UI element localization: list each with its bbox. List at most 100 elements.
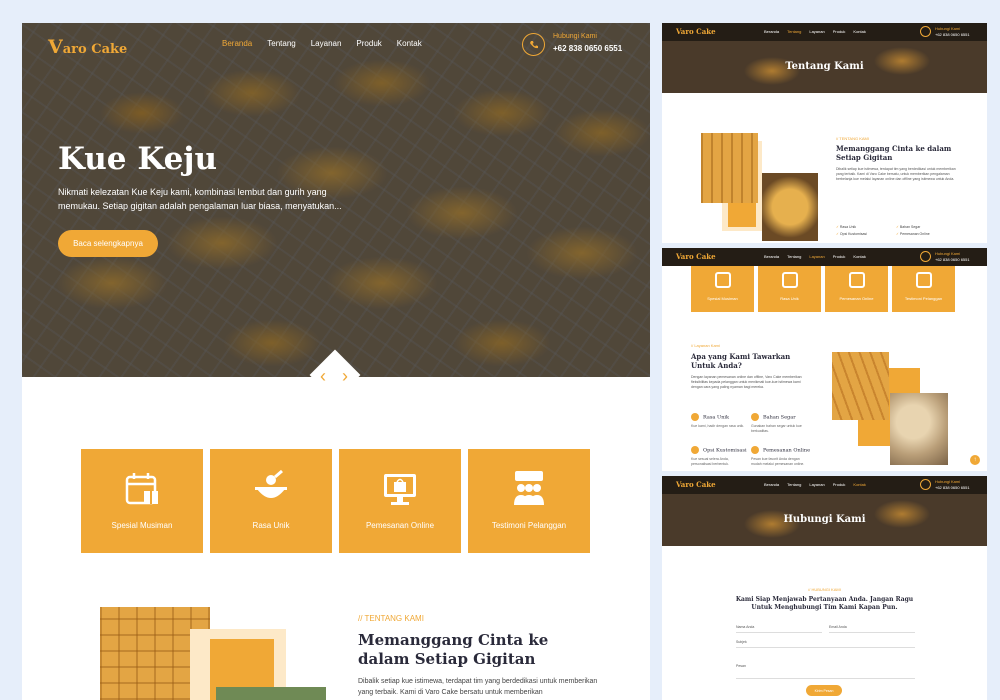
phone-icon	[920, 479, 931, 490]
logo[interactable]: Varo Cake	[48, 36, 127, 58]
feature-card-pemesanan-online[interactable]: Pemesanan Online	[339, 449, 461, 553]
check-item: Rasa Unik	[836, 225, 896, 229]
section-text: Dibalik setiap kue istimewa, terdapat ti…	[836, 167, 956, 181]
message-field-label: Pesan	[736, 664, 746, 668]
phone-label: Hubungi Kami	[935, 479, 961, 484]
about-title: Memanggang Cinta ke dalam Setiap Gigitan	[358, 631, 549, 668]
nav-item-kontak: Kontak	[853, 29, 866, 34]
nav-item-kontak: Kontak	[853, 254, 866, 259]
service-item-desc: Kue kami, hadir dengan rasa unik.	[691, 424, 745, 428]
service-card: Spesial Musiman	[691, 266, 754, 312]
hero-title: Kue Keju	[58, 141, 218, 177]
phone-icon[interactable]	[522, 33, 545, 56]
feature-label: Spesial Musiman	[111, 521, 173, 530]
message-field[interactable]	[736, 678, 915, 679]
calendar-gift-icon	[714, 272, 731, 288]
phone-number: +62 838 0650 6551	[935, 257, 970, 262]
phone-icon	[920, 251, 931, 262]
preview-about-page[interactable]: Varo Cake Beranda Tentang Layanan Produk…	[662, 23, 987, 243]
phone-number: +62 838 0650 6551	[935, 485, 970, 490]
nav-item-produk: Produk	[832, 254, 846, 259]
mixing-bowl-icon	[781, 272, 798, 288]
section-tag: // HUBUNGI KAMI	[808, 587, 841, 592]
name-field[interactable]	[736, 632, 822, 633]
service-item-title: Bahan Segar	[751, 413, 796, 421]
chevron-right-icon[interactable]: ›	[342, 367, 348, 385]
page-banner: Hubungi Kami	[662, 494, 987, 546]
section-title: Kami Siap Menjawab Pertanyaan Anda. Jang…	[735, 596, 914, 611]
feature-label: Testimoni Pelanggan	[491, 521, 567, 530]
service-item-desc: Kue sesuai selera Anda, personalisasi be…	[691, 457, 729, 466]
calendar-gift-icon	[125, 473, 158, 505]
check-item: Opsi Kustomisasi	[836, 232, 896, 236]
nav-links: Beranda Tentang Layanan Produk Kontak	[764, 29, 866, 34]
about-image-cakes	[701, 133, 758, 203]
nav-links: Beranda Tentang Layanan Produk Kontak	[222, 39, 422, 48]
send-message-button[interactable]: Kirim Pesan	[806, 685, 842, 696]
nav-item-layanan: Layanan	[809, 29, 825, 34]
service-item-title: Opsi Kustomisasi	[691, 446, 747, 454]
feature-card-spesial-musiman[interactable]: Spesial Musiman	[81, 449, 203, 553]
services-image-cookies	[890, 393, 948, 465]
nav-item-beranda: Beranda	[764, 482, 780, 487]
phone-number[interactable]: +62 838 0650 6551	[553, 44, 622, 53]
nav-item-beranda[interactable]: Beranda	[222, 39, 252, 48]
nav-item-layanan[interactable]: Layanan	[311, 39, 342, 48]
feature-label: Pemesanan Online	[365, 521, 435, 530]
scroll-top-icon[interactable]: ↑	[970, 455, 980, 465]
about-image-secondary	[216, 687, 326, 700]
navbar: Varo Cake Beranda Tentang Layanan Produk…	[662, 248, 987, 266]
nav-item-tentang[interactable]: Tentang	[267, 39, 295, 48]
service-item-title: Pemesanan Online	[751, 446, 810, 454]
mixing-bowl-icon	[255, 469, 287, 498]
service-item-title: Rasa Unik	[691, 413, 729, 421]
about-image-bowl	[762, 173, 818, 241]
nav-item-kontak: Kontak	[853, 482, 866, 487]
service-card: Rasa Unik	[758, 266, 821, 312]
name-field-label: Nama Anda	[736, 625, 755, 629]
customers-icon	[915, 272, 932, 288]
check-list: Rasa Unik Bahan Segar Opsi Kustomisasi P…	[836, 225, 956, 236]
navbar: Varo Cake Beranda Tentang Layanan Produk…	[662, 476, 987, 494]
page-title: Hubungi Kami	[783, 514, 866, 525]
section-title: Apa yang Kami Tawarkan Untuk Anda?	[691, 352, 791, 370]
email-field[interactable]	[829, 632, 915, 633]
customers-icon	[514, 471, 544, 505]
preview-contact-page[interactable]: Varo Cake Beranda Tentang Layanan Produk…	[662, 476, 987, 700]
phone-label: Hubungi Kami	[935, 26, 961, 31]
feature-card-testimoni-pelanggan[interactable]: Testimoni Pelanggan	[468, 449, 590, 553]
main-page: Varo Cake Beranda Tentang Layanan Produk…	[22, 23, 650, 700]
navbar: Varo Cake Beranda Tentang Layanan Produk…	[662, 23, 987, 41]
nav-item-produk: Produk	[832, 482, 846, 487]
nav-item-beranda: Beranda	[764, 254, 780, 259]
phone-number: +62 838 0650 6551	[935, 32, 970, 37]
about-text: Dibalik setiap kue istimewa, terdapat ti…	[358, 678, 598, 696]
section-tag: // Layanan Kami	[691, 343, 720, 348]
service-card: Testimoni Pelanggan	[892, 266, 955, 312]
phone-icon	[920, 26, 931, 37]
nav-item-produk[interactable]: Produk	[356, 39, 381, 48]
nav-links: Beranda Tentang Layanan Produk Kontak	[764, 482, 866, 487]
nav-item-kontak[interactable]: Kontak	[397, 39, 422, 48]
section-title: Memanggang Cinta ke dalam Setiap Gigitan	[836, 144, 952, 162]
chevron-left-icon[interactable]: ‹	[320, 367, 326, 385]
service-cards: Spesial Musiman Rasa Unik Pemesanan Onli…	[691, 266, 955, 312]
nav-item-tentang: Tentang	[787, 482, 802, 487]
feature-card-rasa-unik[interactable]: Rasa Unik	[210, 449, 332, 553]
about-section-tag: // TENTANG KAMI	[358, 614, 424, 623]
phone-label: Hubungi Kami	[935, 251, 961, 256]
subject-field-label: Subjek	[736, 640, 747, 644]
hero-banner: Varo Cake Beranda Tentang Layanan Produk…	[22, 23, 650, 377]
section-tag: // TENTANG KAMI	[836, 136, 869, 141]
check-item: Bahan Segar	[896, 225, 956, 229]
service-item-desc: Gunakan bahan segar untuk kue berkualita…	[751, 424, 802, 433]
preview-services-page[interactable]: Spesial Musiman Rasa Unik Pemesanan Onli…	[662, 248, 987, 471]
phone-label: Hubungi Kami	[553, 33, 597, 40]
nav-links: Beranda Tentang Layanan Produk Kontak	[764, 254, 866, 259]
monitor-bag-icon	[384, 474, 416, 505]
nav-item-beranda: Beranda	[764, 29, 780, 34]
email-field-label: Email Anda	[829, 625, 847, 629]
read-more-button[interactable]: Baca selengkapnya	[58, 230, 158, 257]
nav-item-layanan: Layanan	[809, 254, 825, 259]
subject-field[interactable]	[736, 647, 915, 648]
